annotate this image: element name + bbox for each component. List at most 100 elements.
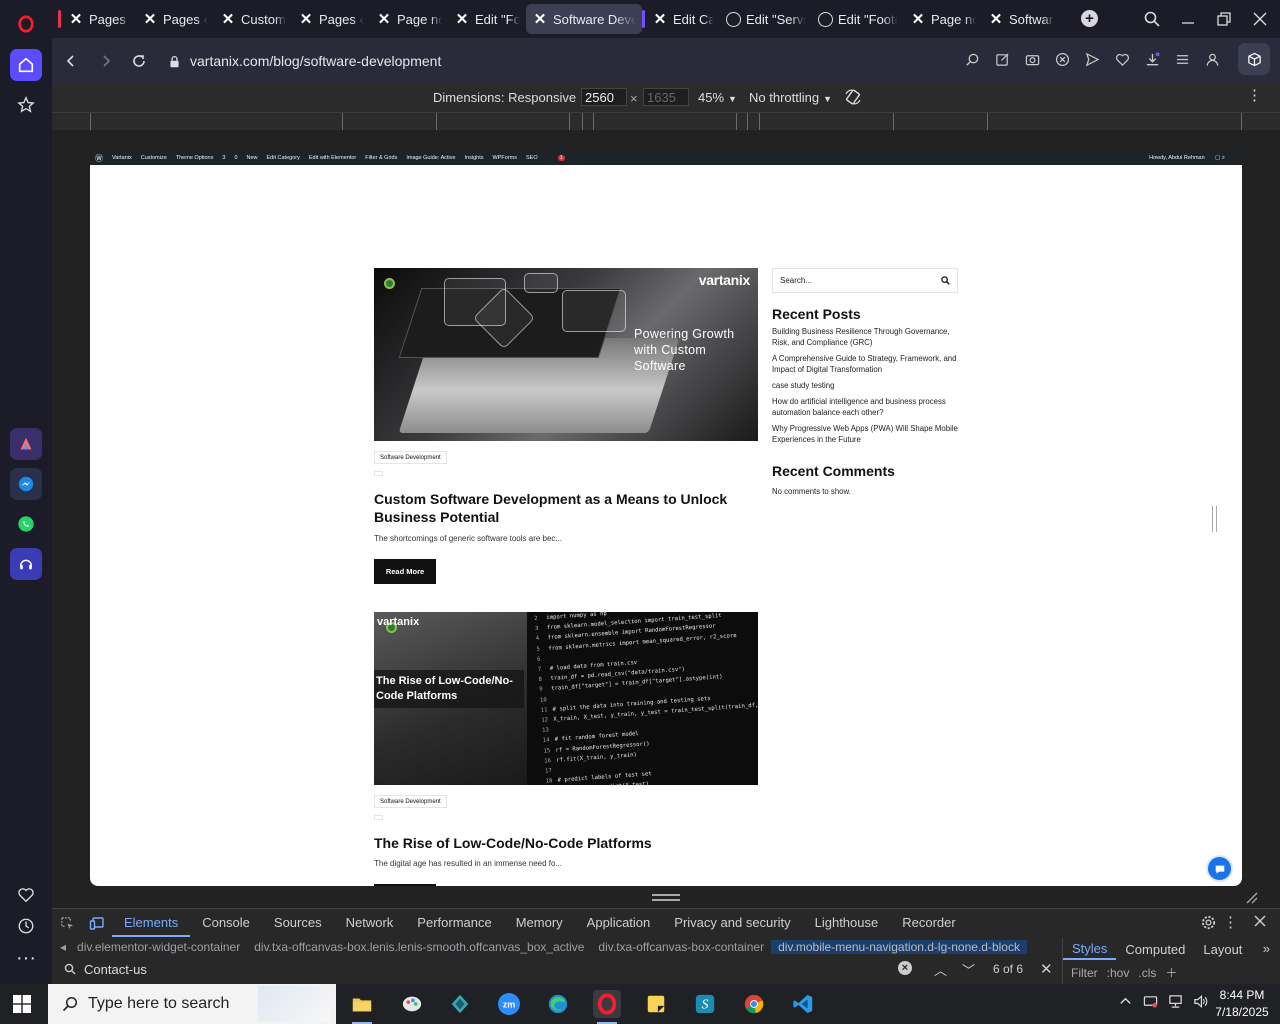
profile-icon[interactable] <box>1203 50 1222 69</box>
post-thumbnail[interactable]: 2 import numpy as np 3 from sklearn.model_s… <box>374 612 758 785</box>
meet-now-icon[interactable] <box>1143 994 1158 1014</box>
close-search-icon[interactable]: ✕ <box>1040 960 1053 978</box>
recent-post-link[interactable]: How do artificial intelligence and busin… <box>772 396 958 418</box>
hov-toggle[interactable]: :hov <box>1107 966 1130 980</box>
devtools-tab[interactable]: Memory <box>504 909 575 937</box>
browser-tab[interactable]: Edit "Footer" <box>812 4 904 34</box>
wp-admin-item[interactable]: Insights <box>465 155 484 161</box>
resize-corner-icon[interactable] <box>1246 892 1258 904</box>
new-tab-button[interactable]: + <box>1081 10 1098 27</box>
breadcrumb-item[interactable]: div.elementor-widget-container <box>70 940 247 954</box>
taskbar-search[interactable]: Type here to search <box>48 984 336 1024</box>
wp-admin-item[interactable]: Image Guide: Active <box>406 155 455 161</box>
taskbar-clock[interactable]: 8:44 PM 7/18/2025 <box>1212 987 1272 1021</box>
pinboard-star-icon[interactable] <box>10 89 42 121</box>
category-tag[interactable]: Software Development <box>374 451 447 464</box>
breadcrumb-item[interactable]: div.txa-offcanvas-box-container <box>591 940 771 954</box>
aria-ai-icon[interactable] <box>10 428 42 460</box>
sticky-notes-icon[interactable] <box>642 990 670 1018</box>
devtools-tab[interactable]: Network <box>334 909 406 937</box>
devtools-tab[interactable]: Console <box>190 909 262 937</box>
zoom-app-icon[interactable]: zm <box>495 990 523 1018</box>
viewport-height-handle[interactable] <box>652 894 680 901</box>
wp-admin-item[interactable]: New <box>247 155 258 161</box>
post-title[interactable]: The Rise of Low-Code/No-Code Platforms <box>374 834 758 852</box>
bookmark-heart-icon[interactable] <box>1113 50 1132 69</box>
clear-search-icon[interactable]: × <box>898 961 912 975</box>
inspect-element-icon[interactable] <box>52 916 82 931</box>
devtools-close-icon[interactable] <box>1254 915 1266 930</box>
back-button[interactable] <box>60 50 82 72</box>
device-toolbar-menu-icon[interactable]: ⋮ <box>1247 88 1262 103</box>
new-rule-icon[interactable]: ＋ <box>1165 964 1177 981</box>
home-icon[interactable] <box>10 49 42 81</box>
more-dots-icon[interactable]: ··· <box>10 942 42 974</box>
wp-admin-item[interactable]: Theme Options <box>176 155 214 161</box>
breadcrumb-left-arrow-icon[interactable]: ◂ <box>52 940 70 954</box>
cls-toggle[interactable]: .cls <box>1138 966 1156 980</box>
search-input[interactable]: Search... <box>780 276 812 285</box>
next-match-icon[interactable]: ﹀ <box>962 960 975 979</box>
browser-tab[interactable]: ✕ Pages ‹ Vartanix <box>58 4 136 34</box>
app-diamond-icon[interactable] <box>446 990 474 1018</box>
whatsapp-icon[interactable] <box>10 508 42 540</box>
read-more-button[interactable]: Read More <box>374 559 436 584</box>
restore-button[interactable] <box>1213 8 1235 30</box>
forward-button[interactable] <box>95 50 117 72</box>
post-thumbnail[interactable]: vartanix Powering Growth with Custom Sof… <box>374 268 758 441</box>
browser-tab[interactable]: ✕ Edit "Footer" <box>448 4 526 34</box>
history-clock-icon[interactable] <box>10 910 42 942</box>
search-icon[interactable] <box>941 276 950 285</box>
minimize-button[interactable] <box>1177 8 1199 30</box>
messenger-icon[interactable] <box>10 468 42 500</box>
volume-icon[interactable] <box>1193 994 1208 1014</box>
wp-admin-item[interactable]: Edit Category <box>267 155 300 161</box>
browser-tab[interactable]: ✕ Page not found <box>904 4 982 34</box>
wp-admin-item[interactable]: Vartanix <box>112 155 132 161</box>
browser-tab[interactable]: ✕ Pages ‹ Vartanix <box>292 4 370 34</box>
favorites-heart-icon[interactable] <box>10 879 42 911</box>
device-toggle-icon[interactable] <box>82 915 112 931</box>
search-box[interactable]: Search... <box>772 268 958 293</box>
chrome-browser-icon[interactable] <box>740 990 768 1018</box>
device-height-input[interactable] <box>643 88 689 106</box>
devtools-tab[interactable]: Elements <box>112 909 191 937</box>
close-window-button[interactable] <box>1249 8 1271 30</box>
downloads-icon[interactable] <box>1143 50 1162 69</box>
styles-pane-tab[interactable]: Styles <box>1063 938 1117 960</box>
browser-tab[interactable]: ✕ Software <box>982 4 1060 34</box>
search-tabs-icon[interactable] <box>1141 8 1163 30</box>
devtools-tab[interactable]: Recorder <box>890 909 967 937</box>
viewport-width-handle[interactable] <box>1212 506 1217 532</box>
recent-post-link[interactable]: Why Progressive Web Apps (PWA) Will Shap… <box>772 423 958 445</box>
devtools-tab[interactable]: Application <box>575 909 663 937</box>
media-query-ruler[interactable] <box>52 112 1280 131</box>
breadcrumb-item[interactable]: div.mobile-menu-navigation.d-lg-none.d-b… <box>771 940 1027 954</box>
devtools-settings-icon[interactable] <box>1201 915 1216 933</box>
browser-tab[interactable]: ✕ Software Development <box>526 4 642 34</box>
chat-widget-icon[interactable] <box>1206 855 1233 882</box>
devtools-tab[interactable]: Lighthouse <box>803 909 891 937</box>
edit-share-icon[interactable] <box>993 50 1012 69</box>
browser-tab[interactable]: ✕ Customize <box>214 4 292 34</box>
opera-browser-icon[interactable] <box>593 990 621 1024</box>
snapshot-camera-icon[interactable] <box>1023 50 1042 69</box>
devtools-tab[interactable]: Privacy and security <box>662 909 802 937</box>
windows-start-icon[interactable] <box>13 995 31 1013</box>
devtools-search-input[interactable]: Contact-us <box>84 962 147 977</box>
network-icon[interactable] <box>1168 994 1183 1014</box>
dimensions-dropdown[interactable]: Dimensions: Responsive▼ <box>433 90 589 105</box>
devtools-menu-icon[interactable]: ⋮ <box>1223 913 1238 931</box>
more-tabs-chevron-icon[interactable]: » <box>1263 941 1270 956</box>
styles-pane-tab[interactable]: Computed <box>1116 942 1194 957</box>
post-title[interactable]: Custom Software Development as a Means t… <box>374 490 758 526</box>
adblock-icon[interactable] <box>1053 50 1072 69</box>
wp-admin-item[interactable]: 0 <box>234 155 237 161</box>
recent-post-link[interactable]: A Comprehensive Guide to Strategy, Frame… <box>772 353 958 375</box>
devtools-tab[interactable]: Sources <box>262 909 334 937</box>
devtools-tab[interactable]: Performance <box>405 909 503 937</box>
app-s-icon[interactable]: S <box>691 990 719 1018</box>
music-player-icon[interactable] <box>10 548 42 580</box>
filter-input[interactable]: Filter <box>1071 966 1098 980</box>
browser-tab[interactable]: Edit "Services" <box>720 4 812 34</box>
